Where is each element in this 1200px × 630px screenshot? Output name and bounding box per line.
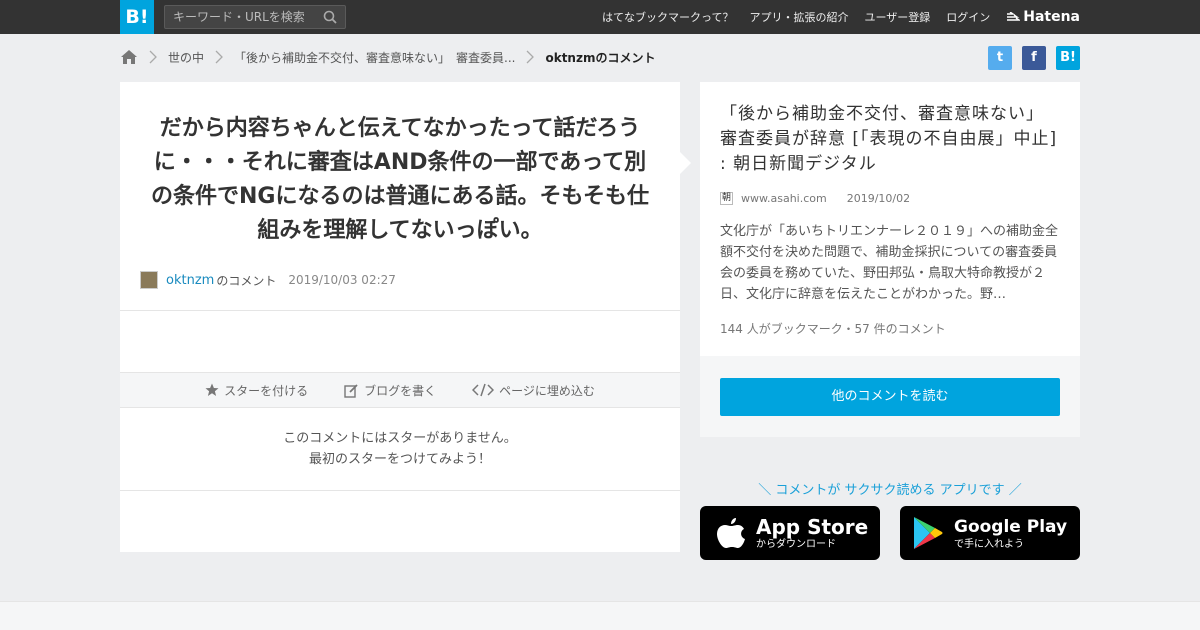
article-source: 朝 www.asahi.com 2019/10/02 — [720, 192, 910, 205]
breadcrumb: 世の中 「後から補助金不交付、審査意味ない」 審査委員... oktnzmのコメ… — [120, 44, 655, 70]
hatebu-icon: B! — [1060, 50, 1076, 65]
app-promo-text: ＼ コメントが サクサク読める アプリです ／ — [758, 483, 1022, 498]
embed-label: ページに埋め込む — [499, 383, 595, 398]
facebook-share-button[interactable]: f — [1022, 46, 1046, 70]
read-more-container: 他のコメントを読む — [700, 356, 1080, 437]
hatebu-logo[interactable]: B! — [120, 0, 154, 34]
chevron-right-icon — [527, 50, 535, 64]
chevron-right-icon — [149, 50, 157, 64]
search-icon[interactable] — [323, 10, 337, 24]
article-date: 2019/10/02 — [846, 192, 911, 205]
hatena-mark-icon — [1007, 12, 1021, 21]
no-star-message: このコメントにはスターがありません。 最初のスターをつけてみよう！ — [120, 428, 680, 470]
breadcrumb-item-article[interactable]: 「後から補助金不交付、審査意味ない」 審査委員... — [234, 49, 515, 66]
facebook-icon: f — [1031, 50, 1037, 65]
comment-card: だから内容ちゃんと伝えてなかったって話だろうに・・・それに審査はAND条件の一部… — [120, 82, 680, 552]
article-description: 文化庁が「あいちトリエンナーレ２０１９」への補助金全額不交付を決めた問題で、補助… — [720, 224, 1059, 302]
nav-about[interactable]: はてなブックマークって？ — [602, 9, 733, 25]
code-icon — [472, 383, 495, 397]
google-play-sublabel: で手に入れよう — [954, 538, 1024, 550]
add-star-label: スターを付ける — [224, 383, 309, 398]
comment-text: だから内容ちゃんと伝えてなかったって話だろうに・・・それに審査はAND条件の一部… — [150, 116, 650, 243]
app-store-button[interactable]: App Store からダウンロード — [700, 506, 880, 560]
nav-apps[interactable]: アプリ・拡張の紹介 — [749, 9, 848, 25]
nav-register[interactable]: ユーザー登録 — [864, 9, 930, 25]
apple-icon — [717, 518, 745, 548]
add-star-button[interactable]: スターを付ける — [205, 382, 308, 399]
divider — [120, 310, 680, 311]
breadcrumb-current: oktnzmのコメント — [545, 50, 656, 65]
twitter-share-button[interactable]: t — [988, 46, 1012, 70]
share-buttons: t f B! — [978, 46, 1080, 70]
divider — [120, 490, 680, 491]
no-star-line-1: このコメントにはスターがありません。 — [283, 431, 517, 446]
breadcrumb-item-category[interactable]: 世の中 — [168, 49, 204, 66]
no-star-line-2: 最初のスターをつけてみよう！ — [308, 452, 491, 467]
footer-section-left — [120, 624, 240, 630]
comment-user-link[interactable]: oktnzm — [166, 273, 214, 288]
footer-section-right — [840, 624, 940, 630]
google-play-icon — [914, 517, 943, 549]
hatebu-share-button[interactable]: B! — [1056, 46, 1080, 70]
article-domain[interactable]: www.asahi.com — [741, 192, 827, 205]
article-card: 「後から補助金不交付、審査意味ない」 審査委員が辞意 [「表現の不自由展」中止]… — [700, 82, 1080, 356]
comment-actions: スターを付ける ブログを書く ページに埋め込む — [120, 372, 680, 408]
article-title[interactable]: 「後から補助金不交付、審査意味ない」 審査委員が辞意 [「表現の不自由展」中止]… — [720, 102, 1065, 177]
hatena-brand-text: Hatena — [1023, 9, 1080, 25]
home-icon[interactable] — [120, 49, 138, 65]
google-play-text: Google Play で手に入れよう — [954, 516, 1067, 551]
footer — [0, 601, 1200, 630]
app-store-text: App Store からダウンロード — [756, 516, 868, 551]
top-nav: はてなブックマークって？ アプリ・拡張の紹介 ユーザー登録 ログイン Haten… — [586, 0, 1080, 34]
write-blog-button[interactable]: ブログを書く — [344, 382, 436, 399]
top-bar: B! はてなブックマークって？ アプリ・拡張の紹介 ユーザー登録 ログイン Ha… — [0, 0, 1200, 34]
google-play-button[interactable]: Google Play で手に入れよう — [900, 506, 1080, 560]
avatar[interactable] — [140, 271, 158, 289]
hatena-brand[interactable]: Hatena — [1006, 9, 1080, 25]
write-blog-label: ブログを書く — [364, 383, 437, 398]
comment-meta: oktnzm のコメント 2019/10/03 02:27 — [140, 271, 396, 289]
edit-icon — [344, 383, 358, 398]
site-favicon-icon: 朝 — [720, 192, 733, 205]
card-pointer — [680, 152, 691, 174]
bookmark-count[interactable]: 144 人がブックマーク・57 件のコメント — [720, 320, 946, 337]
app-store-label: App Store — [756, 514, 869, 539]
nav-login[interactable]: ログイン — [946, 9, 990, 25]
star-icon — [205, 383, 219, 396]
search-input[interactable] — [165, 6, 315, 28]
search-box[interactable] — [164, 5, 346, 29]
google-play-label: Google Play — [954, 516, 1068, 537]
twitter-icon: t — [996, 50, 1004, 65]
embed-button[interactable]: ページに埋め込む — [472, 382, 595, 399]
app-store-sublabel: からダウンロード — [756, 538, 836, 550]
read-more-button[interactable]: 他のコメントを読む — [720, 378, 1060, 416]
comment-date[interactable]: 2019/10/03 02:27 — [288, 273, 396, 287]
chevron-right-icon — [215, 50, 223, 64]
comment-user-suffix: のコメント — [216, 273, 277, 288]
